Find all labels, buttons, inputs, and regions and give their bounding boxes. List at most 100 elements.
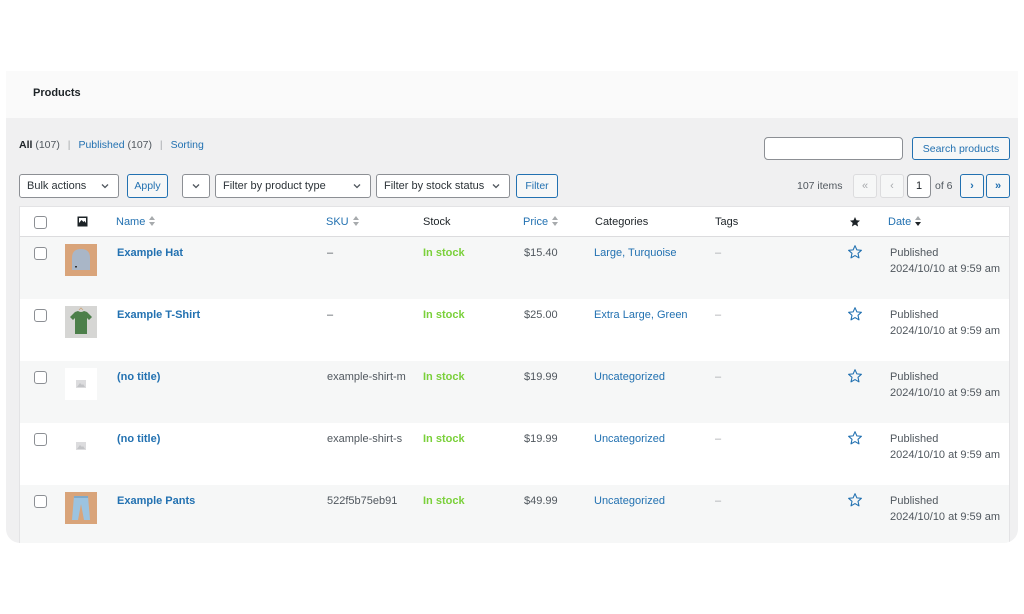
tshirt-image: [65, 306, 97, 338]
stock-status-select[interactable]: Filter by stock status: [376, 174, 510, 198]
product-tags: –: [715, 433, 722, 445]
star-icon: [850, 217, 860, 227]
publish-date: 2024/10/10 at 9:59 am: [890, 263, 1001, 275]
row-checkbox[interactable]: [34, 371, 47, 384]
column-price[interactable]: Price: [523, 216, 559, 228]
column-tags: Tags: [715, 216, 739, 228]
page-title: Products: [33, 87, 81, 99]
view-published-link[interactable]: Published: [78, 139, 124, 151]
product-categories-link[interactable]: Uncategorized: [594, 432, 665, 447]
star-outline-icon[interactable]: [847, 244, 863, 260]
first-page-button: «: [853, 174, 877, 198]
apply-button[interactable]: Apply: [127, 174, 168, 198]
view-all-count: (107): [35, 139, 60, 151]
star-outline-icon[interactable]: [847, 306, 863, 322]
stock-status: In stock: [423, 247, 465, 259]
product-name-link[interactable]: Example Hat: [117, 246, 183, 261]
image-placeholder: [65, 430, 97, 462]
stock-status: In stock: [423, 433, 465, 445]
product-categories-link[interactable]: Uncategorized: [594, 494, 665, 509]
product-sku: example-shirt-s: [327, 433, 403, 445]
product-tags: –: [715, 371, 722, 383]
product-sku: –: [327, 247, 334, 259]
product-name-link[interactable]: Example T-Shirt: [117, 308, 200, 323]
product-categories-link[interactable]: Uncategorized: [594, 370, 665, 385]
separator: |: [159, 139, 163, 151]
filter-button[interactable]: Filter: [516, 174, 558, 198]
star-outline-icon[interactable]: [847, 492, 863, 508]
search-input[interactable]: [764, 137, 903, 160]
stock-status: In stock: [423, 371, 465, 383]
next-page-button[interactable]: ›: [960, 174, 984, 198]
product-thumbnail[interactable]: [65, 492, 97, 524]
publish-status: Published: [890, 309, 939, 321]
table-row: Example Hat – In stock $15.40 Large, Tur…: [20, 237, 1009, 299]
products-panel: Products All (107) | Published (107) | S…: [6, 71, 1018, 543]
bulk-actions-select[interactable]: Bulk actions: [19, 174, 119, 198]
product-tags: –: [715, 247, 722, 259]
product-date: Published 2024/10/10 at 9:59 am: [890, 494, 1000, 525]
stock-status: In stock: [423, 495, 465, 507]
product-name-link[interactable]: (no title): [117, 432, 160, 447]
product-tags: –: [715, 495, 722, 507]
publish-status: Published: [890, 371, 939, 383]
publish-date: 2024/10/10 at 9:59 am: [890, 387, 1001, 399]
column-name-label: Name: [116, 216, 146, 228]
table-row: (no title) example-shirt-s In stock $19.…: [20, 423, 1009, 485]
category-select[interactable]: [182, 174, 210, 198]
column-date-label: Date: [888, 216, 912, 228]
image-placeholder: [65, 368, 97, 400]
sort-icon: [915, 216, 922, 228]
row-checkbox[interactable]: [34, 495, 47, 508]
product-date: Published 2024/10/10 at 9:59 am: [890, 308, 1000, 339]
product-price: $19.99: [524, 433, 558, 445]
product-thumbnail[interactable]: [65, 368, 97, 400]
product-sku: example-shirt-m: [327, 371, 406, 383]
product-thumbnail[interactable]: [65, 244, 97, 276]
search-products-button[interactable]: Search products: [912, 137, 1010, 160]
stock-status: In stock: [423, 309, 465, 321]
product-price: $25.00: [524, 309, 558, 321]
view-filters: All (107) | Published (107) | Sorting: [19, 139, 204, 151]
product-thumbnail[interactable]: [65, 306, 97, 338]
items-count: 107 items: [797, 180, 843, 192]
column-sku-label: SKU: [326, 216, 349, 228]
row-checkbox[interactable]: [34, 247, 47, 260]
star-outline-icon[interactable]: [847, 368, 863, 384]
row-checkbox[interactable]: [34, 309, 47, 322]
sort-icon: [149, 216, 156, 228]
product-date: Published 2024/10/10 at 9:59 am: [890, 246, 1000, 277]
product-sku: –: [327, 309, 334, 321]
publish-date: 2024/10/10 at 9:59 am: [890, 449, 1001, 461]
product-categories-link[interactable]: Large, Turquoise: [594, 246, 677, 261]
product-date: Published 2024/10/10 at 9:59 am: [890, 432, 1000, 463]
publish-date: 2024/10/10 at 9:59 am: [890, 511, 1001, 523]
column-stock: Stock: [423, 216, 451, 228]
row-checkbox[interactable]: [34, 433, 47, 446]
total-pages: of 6: [935, 180, 953, 192]
product-tags: –: [715, 309, 722, 321]
pants-image: [65, 492, 97, 524]
current-page-input[interactable]: 1: [907, 174, 931, 198]
sort-icon: [352, 216, 360, 228]
image-icon: [77, 216, 88, 227]
products-table: Name SKU Stock Price Categories Tags Dat…: [19, 206, 1010, 543]
prev-page-button: ‹: [880, 174, 904, 198]
publish-status: Published: [890, 247, 939, 259]
product-type-select[interactable]: Filter by product type: [215, 174, 371, 198]
last-page-button[interactable]: »: [986, 174, 1010, 198]
bulk-actions-label: Bulk actions: [27, 180, 87, 192]
column-date[interactable]: Date: [888, 216, 922, 228]
view-all-link[interactable]: All: [19, 139, 32, 151]
product-sku: 522f5b75eb91: [327, 495, 398, 507]
column-categories: Categories: [595, 216, 649, 228]
product-categories-link[interactable]: Extra Large, Green: [594, 308, 688, 323]
select-all-checkbox[interactable]: [34, 216, 47, 229]
product-name-link[interactable]: Example Pants: [117, 494, 195, 509]
column-sku[interactable]: SKU: [326, 216, 360, 228]
product-name-link[interactable]: (no title): [117, 370, 160, 385]
star-outline-icon[interactable]: [847, 430, 863, 446]
column-name[interactable]: Name: [116, 216, 156, 228]
product-thumbnail[interactable]: [65, 430, 97, 462]
view-sorting-link[interactable]: Sorting: [171, 139, 204, 151]
